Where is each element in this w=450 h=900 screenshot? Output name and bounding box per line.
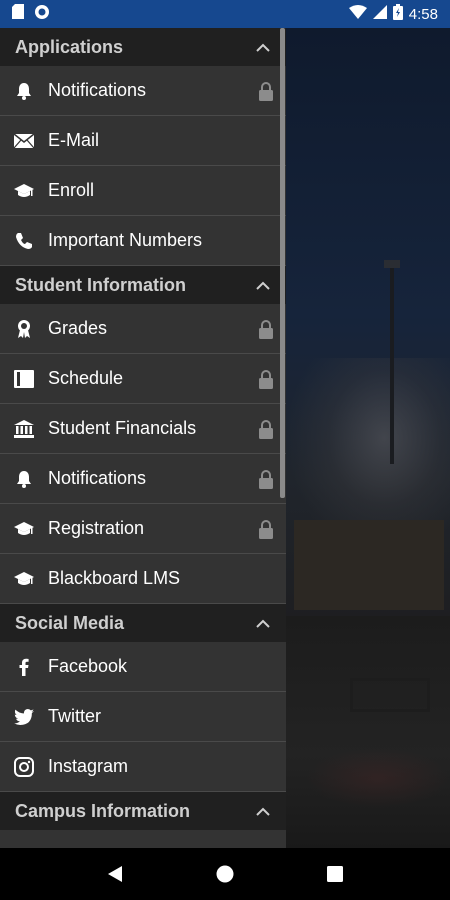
menu-item-label: E-Mail [48, 130, 100, 150]
menu-item-important-numbers[interactable]: Important Numbers [0, 216, 286, 266]
menu-item-blackboard-lms[interactable]: Blackboard LMS [0, 554, 286, 604]
chevron-up-icon[interactable] [254, 38, 272, 56]
award-icon [0, 319, 48, 339]
menu-item-label: Schedule [48, 368, 124, 388]
facebook-icon [0, 658, 48, 676]
background-image [286, 28, 450, 848]
menu-item-enroll[interactable]: Enroll [0, 166, 286, 216]
menu-item-notifications-2[interactable]: Notifications [0, 454, 286, 504]
instagram-icon [0, 756, 48, 777]
bell-icon [0, 82, 48, 100]
sd-card-icon [12, 4, 24, 24]
wifi-icon [348, 4, 367, 24]
back-icon[interactable] [95, 854, 135, 894]
chevron-up-icon[interactable] [254, 802, 272, 820]
menu-item-label: Blackboard LMS [48, 568, 181, 588]
chevron-up-icon[interactable] [254, 614, 272, 632]
bank-icon [0, 419, 48, 438]
section-title: Campus Information [15, 800, 191, 821]
system-nav-bar [0, 848, 450, 900]
menu-item-facebook[interactable]: Facebook [0, 642, 286, 692]
graduation-cap-icon [0, 183, 48, 199]
menu-item-schedule[interactable]: Schedule [0, 354, 286, 404]
menu-item-label: Twitter [48, 706, 102, 726]
recents-icon[interactable] [315, 854, 355, 894]
section-title: Student Information [15, 274, 186, 295]
menu-item-instagram[interactable]: Instagram [0, 742, 286, 792]
drawer-scrollbar[interactable] [280, 28, 285, 498]
menu-item-label: Instagram [48, 756, 129, 776]
graduation-cap-icon [0, 571, 48, 587]
bell-icon [0, 470, 48, 488]
section-title: Applications [15, 36, 124, 57]
menu-item-label: Grades [48, 318, 108, 338]
home-icon[interactable] [205, 854, 245, 894]
menu-item-student-financials[interactable]: Student Financials [0, 404, 286, 454]
graduation-cap-icon [0, 521, 48, 537]
menu-item-registration[interactable]: Registration [0, 504, 286, 554]
menu-item-label: Notifications [48, 80, 147, 100]
menu-item-label: Registration [48, 518, 145, 538]
book-icon [0, 369, 48, 388]
menu-item-email[interactable]: E-Mail [0, 116, 286, 166]
menu-item-label: Notifications [48, 468, 147, 488]
chevron-up-icon[interactable] [254, 276, 272, 294]
section-header-campus-information[interactable]: Campus Information [0, 792, 286, 830]
phone-icon [0, 232, 48, 250]
lock-icon [246, 519, 286, 539]
section-header-applications[interactable]: Applications [0, 28, 286, 66]
sync-icon [34, 4, 50, 25]
twitter-icon [0, 708, 48, 725]
status-bar: 4:58 [0, 0, 450, 28]
status-time: 4:58 [408, 5, 438, 23]
signal-icon [372, 4, 387, 24]
menu-item-notifications[interactable]: Notifications [0, 66, 286, 116]
navigation-drawer: Applications Notifications E-Mail Enroll… [0, 28, 286, 848]
section-header-social-media[interactable]: Social Media [0, 604, 286, 642]
menu-item-grades[interactable]: Grades [0, 304, 286, 354]
section-title: Social Media [15, 612, 125, 633]
menu-item-label: Important Numbers [48, 230, 203, 250]
menu-item-label: Enroll [48, 180, 95, 200]
battery-icon [392, 3, 403, 25]
mail-icon [0, 133, 48, 148]
menu-item-twitter[interactable]: Twitter [0, 692, 286, 742]
menu-item-label: Facebook [48, 656, 128, 676]
section-header-student-information[interactable]: Student Information [0, 266, 286, 304]
menu-item-label: Student Financials [48, 418, 197, 438]
